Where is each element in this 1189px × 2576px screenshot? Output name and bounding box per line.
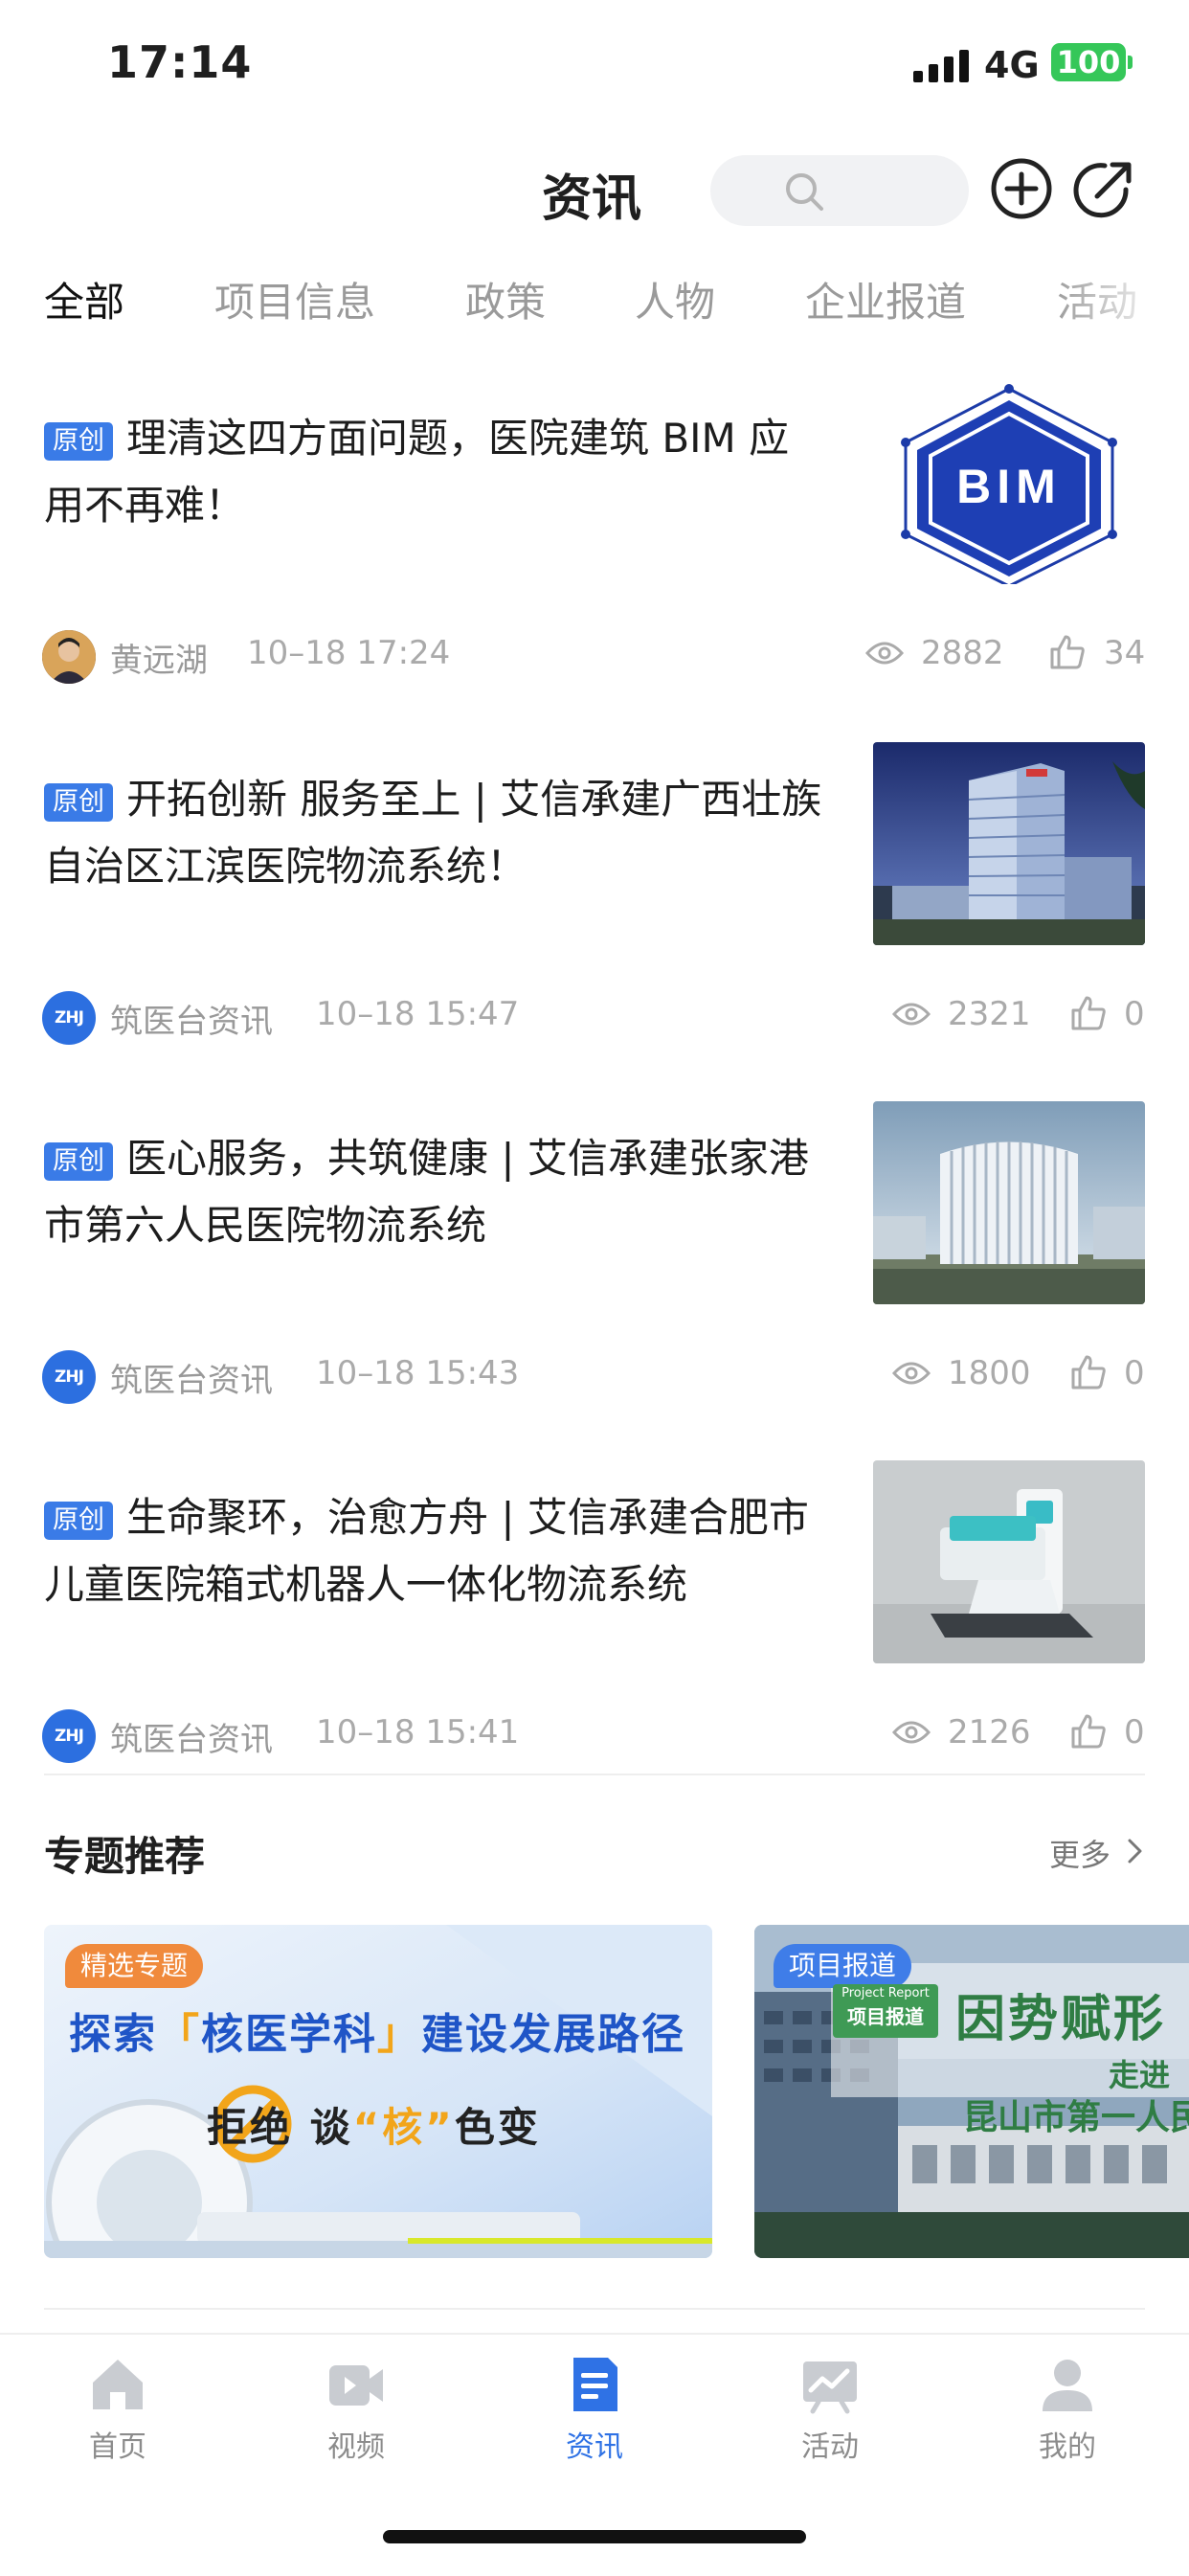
eye-icon	[892, 1362, 931, 1385]
nav-activity[interactable]: 活动	[763, 2354, 897, 2465]
battery-tip	[1128, 56, 1133, 69]
signal-strength-icon	[913, 50, 969, 82]
like-count: 0	[1124, 995, 1145, 1033]
video-icon	[329, 2365, 383, 2406]
article-time: 10–18 15:43	[316, 1354, 520, 1392]
tab-project-info[interactable]: 项目信息	[214, 270, 375, 328]
eye-icon	[892, 1003, 931, 1026]
article-time: 10–18 15:41	[316, 1713, 520, 1751]
network-type: 4G	[984, 44, 1040, 86]
article-author: 筑医台资讯	[110, 1362, 273, 1400]
chevron-right-icon[interactable]	[1122, 1837, 1147, 1865]
share-icon[interactable]	[1070, 157, 1137, 224]
like-count: 0	[1124, 1713, 1145, 1751]
nav-profile[interactable]: 我的	[1000, 2354, 1134, 2465]
original-badge: 原创	[44, 422, 113, 461]
project-report-tag: Project Report 项目报道	[833, 1984, 938, 2038]
article-time: 10–18 15:47	[316, 995, 520, 1033]
avatar: ZHJ	[42, 1350, 96, 1404]
view-count: 2321	[948, 995, 1031, 1033]
article-item[interactable]: 原创 理清这四方面问题，医院建筑 BIM 应用不再难！ BIM 黄远湖 10–18…	[0, 381, 1189, 740]
article-author: 筑医台资讯	[110, 1003, 273, 1041]
home-indicator	[383, 2530, 806, 2543]
divider	[44, 2308, 1145, 2310]
profile-icon	[1043, 2360, 1092, 2411]
tab-people[interactable]: 人物	[635, 270, 715, 328]
eye-icon	[865, 642, 904, 665]
thumbs-up-icon[interactable]	[1070, 1354, 1107, 1390]
nav-video[interactable]: 视频	[289, 2354, 423, 2465]
avatar: ZHJ	[42, 1709, 96, 1763]
topic-subline-2: 昆山市第一人民	[963, 2098, 1189, 2137]
article-author: 筑医台资讯	[110, 1721, 273, 1759]
article-item[interactable]: 原创 开拓创新 服务至上 | 艾信承建广西壮族自治区江滨医院物流系统！ ZHJ 筑…	[0, 742, 1189, 1101]
article-title: 原创 医心服务，共筑健康 | 艾信承建张家港市第六人民医院物流系统	[44, 1135, 809, 1249]
tab-policy[interactable]: 政策	[465, 270, 546, 328]
article-item[interactable]: 原创 医心服务，共筑健康 | 艾信承建张家港市第六人民医院物流系统 ZHJ 筑医台…	[0, 1101, 1189, 1460]
thumbs-up-icon[interactable]	[1070, 1713, 1107, 1750]
topic-card-nuclear-medicine[interactable]: 精选专题 探索「核医学科」建设发展路径 拒绝 谈“核”色变	[44, 1925, 712, 2258]
nav-news[interactable]: 资讯	[527, 2354, 662, 2465]
eye-icon	[892, 1721, 931, 1744]
article-title: 原创 生命聚环，治愈方舟 | 艾信承建合肥市儿童医院箱式机器人一体化物流系统	[44, 1494, 809, 1608]
article-title: 原创 开拓创新 服务至上 | 艾信承建广西壮族自治区江滨医院物流系统！	[44, 776, 822, 890]
like-count: 34	[1104, 634, 1146, 672]
like-count: 0	[1124, 1354, 1145, 1392]
original-badge: 原创	[44, 783, 113, 822]
avatar: ZHJ	[42, 991, 96, 1045]
article-time: 10–18 17:24	[247, 634, 451, 672]
thumbs-up-icon[interactable]	[1070, 995, 1107, 1031]
tab-all[interactable]: 全部	[44, 270, 124, 328]
article-thumbnail	[873, 742, 1145, 945]
battery-indicator: 100	[1051, 43, 1126, 81]
thumbs-up-icon[interactable]	[1049, 634, 1086, 670]
original-badge: 原创	[44, 1142, 113, 1181]
activity-icon	[803, 2361, 857, 2414]
tab-fade-overlay	[1053, 259, 1189, 335]
page-title: 资讯	[542, 170, 642, 228]
view-count: 2882	[921, 634, 1004, 672]
topic-headline: 探索「核医学科」建设发展路径	[69, 2010, 685, 2059]
original-badge: 原创	[44, 1502, 113, 1540]
topic-card-project-report[interactable]: 项目报道 Project Report 项目报道 因势赋形 走进 昆山市第一人民	[754, 1925, 1189, 2258]
news-icon	[573, 2358, 617, 2411]
article-author: 黄远湖	[110, 642, 208, 680]
home-icon	[93, 2360, 143, 2409]
avatar	[42, 630, 96, 684]
search-icon	[786, 173, 823, 211]
topic-headline: 因势赋形	[955, 1991, 1167, 2048]
divider	[44, 1774, 1145, 1775]
view-count: 2126	[948, 1713, 1031, 1751]
nav-home[interactable]: 首页	[51, 2354, 185, 2465]
topic-subline: 拒绝 谈“核”色变	[207, 2104, 541, 2151]
search-box[interactable]	[710, 155, 969, 226]
view-count: 1800	[948, 1354, 1031, 1392]
more-link[interactable]: 更多	[1049, 1831, 1110, 1875]
tab-company-news[interactable]: 企业报道	[805, 270, 966, 328]
article-thumbnail	[873, 1101, 1145, 1304]
status-time: 17:14	[107, 36, 253, 88]
bim-logo-text: BIM	[956, 460, 1062, 513]
article-title: 原创 理清这四方面问题，医院建筑 BIM 应用不再难！	[44, 415, 790, 529]
article-item[interactable]: 原创 生命聚环，治愈方舟 | 艾信承建合肥市儿童医院箱式机器人一体化物流系统 ZH…	[0, 1460, 1189, 1819]
article-thumbnail	[873, 1460, 1145, 1663]
section-title: 专题推荐	[44, 1833, 206, 1880]
article-thumbnail: BIM	[873, 381, 1145, 584]
topic-badge: 项目报道	[774, 1944, 912, 1988]
topic-badge: 精选专题	[65, 1944, 204, 1988]
add-icon[interactable]	[990, 157, 1053, 220]
